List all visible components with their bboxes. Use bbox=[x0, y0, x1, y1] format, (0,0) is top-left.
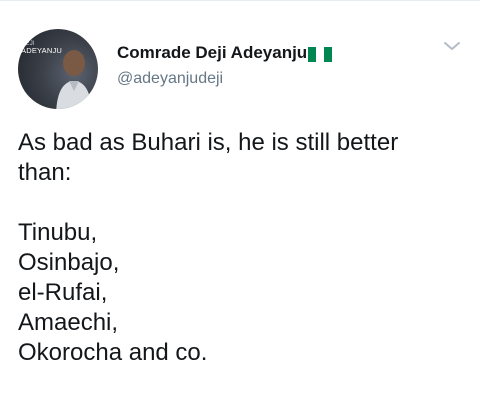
tweet-list-item: Okorocha and co. bbox=[18, 339, 208, 366]
tweet-list-item: el-Rufai, bbox=[18, 279, 108, 306]
avatar[interactable]: DEJI ADEYANJU bbox=[18, 29, 98, 109]
avatar-text: DEJI ADEYANJU bbox=[21, 41, 67, 55]
tweet-list-item: Osinbajo, bbox=[18, 249, 120, 276]
tweet-text-line: As bad as Buhari is, he is still better bbox=[18, 129, 399, 156]
name-row: Comrade Deji Adeyanju bbox=[117, 42, 440, 64]
flag-stripe bbox=[308, 46, 317, 62]
display-name[interactable]: Comrade Deji Adeyanju bbox=[117, 43, 307, 63]
chevron-down-icon[interactable] bbox=[442, 39, 462, 53]
tweet-card: DEJI ADEYANJU Comrade Deji Adeyanju @ade… bbox=[0, 0, 480, 411]
nigeria-flag-icon bbox=[308, 46, 333, 62]
flag-stripe bbox=[316, 46, 325, 62]
person-photo-icon bbox=[56, 50, 92, 109]
tweet-text-line: than: bbox=[18, 159, 72, 186]
tweet-header: Comrade Deji Adeyanju @adeyanjudeji bbox=[117, 42, 440, 88]
tweet-text: As bad as Buhari is, he is still better … bbox=[18, 128, 464, 368]
tweet-list-item: Amaechi, bbox=[18, 309, 119, 336]
tweet-list-item: Tinubu, bbox=[18, 219, 98, 246]
flag-stripe bbox=[324, 46, 333, 62]
user-handle[interactable]: @adeyanjudeji bbox=[117, 70, 440, 88]
avatar-text-main: ADEYANJU bbox=[21, 46, 63, 55]
